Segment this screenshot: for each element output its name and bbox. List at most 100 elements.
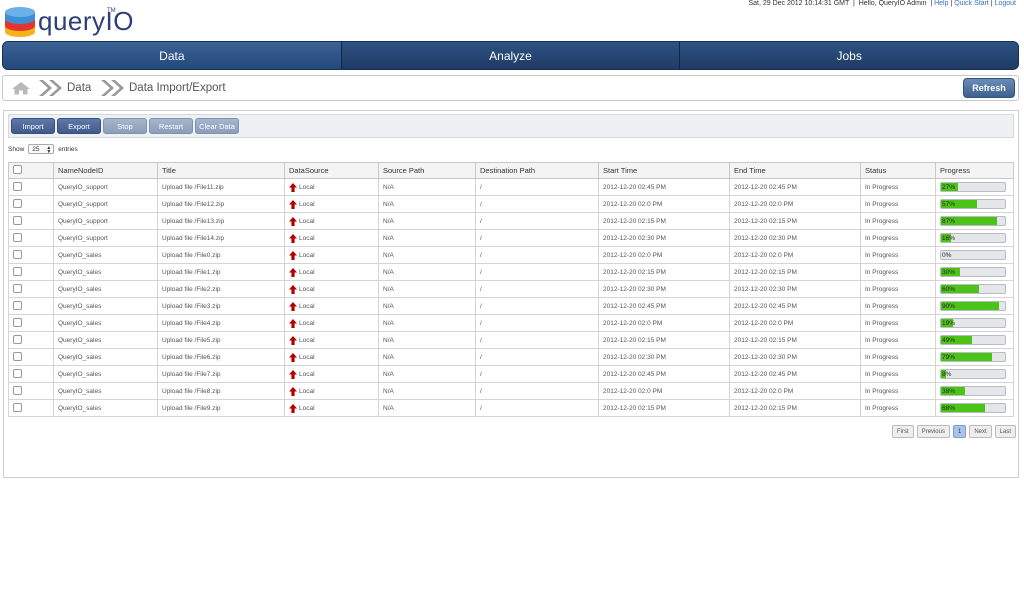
upload-arrow-icon — [289, 352, 297, 362]
progress-label: 60% — [942, 286, 956, 293]
row-checkbox[interactable] — [13, 351, 22, 361]
breadcrumb-current: Data Import/Export — [129, 82, 226, 94]
datasource-cell: Local — [284, 246, 379, 264]
stop-button[interactable]: Stop — [103, 118, 147, 134]
last-page-button[interactable]: Last — [994, 425, 1016, 438]
table-row[interactable]: QueryIO_support Upload file /File13.zip Lo… — [8, 212, 1014, 230]
source-path-cell: N/A — [378, 365, 476, 383]
source-path-cell: N/A — [378, 246, 476, 264]
col-header-namenode[interactable]: NameNodeID — [53, 162, 158, 179]
namenode-cell: QueryIO_support — [53, 212, 158, 230]
chevron-double-right-icon — [101, 80, 124, 96]
tab-jobs[interactable]: Jobs — [680, 42, 1018, 69]
entries-label: entries — [58, 145, 78, 153]
row-checkbox[interactable] — [13, 181, 22, 191]
row-checkbox[interactable] — [13, 368, 22, 378]
table-row[interactable]: QueryIO_sales Upload file /File0.zip Local… — [8, 246, 1014, 264]
quick-start-link[interactable]: Quick Start — [954, 0, 989, 7]
datasource-label: Local — [299, 183, 315, 191]
progress-bar: 8% — [940, 369, 1006, 379]
select-all-checkbox[interactable] — [13, 165, 22, 174]
table-row[interactable]: QueryIO_sales Upload file /File7.zip Local… — [8, 365, 1014, 383]
progress-bar: 30% — [940, 267, 1006, 277]
title-cell: Upload file /File7.zip — [157, 365, 285, 383]
table-row[interactable]: QueryIO_sales Upload file /File3.zip Local… — [8, 297, 1014, 315]
breadcrumb-data[interactable]: Data — [67, 82, 91, 94]
end-time-cell: 2012-12-20 02:45 PM — [729, 178, 861, 196]
previous-page-button[interactable]: Previous — [916, 425, 950, 438]
progress-label: 87% — [942, 218, 956, 225]
import-button[interactable]: Import — [11, 118, 55, 134]
refresh-button[interactable]: Refresh — [963, 78, 1015, 98]
start-time-cell: 2012-12-20 02:45 PM — [598, 178, 730, 196]
row-checkbox[interactable] — [13, 402, 22, 412]
col-header-datasource[interactable]: DataSource — [284, 162, 379, 179]
status-cell: In Progress — [860, 348, 936, 366]
row-checkbox[interactable] — [13, 385, 22, 395]
col-header-start-time[interactable]: Start Time — [598, 162, 730, 179]
namenode-cell: QueryIO_support — [53, 178, 158, 196]
col-header-source-path[interactable]: Source Path — [378, 162, 476, 179]
table-row[interactable]: QueryIO_support Upload file /File12.zip Lo… — [8, 195, 1014, 213]
progress-cell: 57% — [935, 195, 1014, 213]
start-time-cell: 2012-12-20 02:15 PM — [598, 212, 730, 230]
entries-select[interactable]: 25 ▲ ▼ — [28, 144, 55, 155]
greeting-text: Hello, QueryIO Admin — [858, 0, 927, 7]
status-cell: In Progress — [860, 314, 936, 332]
destination-path-cell: / — [475, 382, 599, 400]
user-bar: Sat, 29 Dec 2012 10:14:31 GMT | Hello, Q… — [748, 0, 1016, 7]
start-time-cell: 2012-12-20 02:0 PM — [598, 382, 730, 400]
end-time-cell: 2012-12-20 02:15 PM — [729, 263, 861, 281]
row-checkbox[interactable] — [13, 198, 22, 208]
action-toolbar: Import Export Stop Restart Clear Data — [8, 114, 1014, 138]
start-time-cell: 2012-12-20 02:15 PM — [598, 399, 730, 417]
status-cell: In Progress — [860, 365, 936, 383]
queryio-logo[interactable]: queryIO TM — [4, 2, 134, 38]
table-row[interactable]: QueryIO_sales Upload file /File9.zip Local… — [8, 399, 1014, 417]
table-row[interactable]: QueryIO_support Upload file /File14.zip Lo… — [8, 229, 1014, 247]
row-checkbox[interactable] — [13, 266, 22, 276]
progress-cell: 60% — [935, 280, 1014, 298]
logout-link[interactable]: Logout — [995, 0, 1016, 7]
next-page-button[interactable]: Next — [969, 425, 992, 438]
table-row[interactable]: QueryIO_sales Upload file /File5.zip Local… — [8, 331, 1014, 349]
col-header-end-time[interactable]: End Time — [729, 162, 861, 179]
table-row[interactable]: QueryIO_support Upload file /File11.zip Lo… — [8, 178, 1014, 196]
progress-cell: 16% — [935, 229, 1014, 247]
source-path-cell: N/A — [378, 331, 476, 349]
col-header-progress[interactable]: Progress — [935, 162, 1014, 179]
col-header-status[interactable]: Status — [860, 162, 936, 179]
row-checkbox[interactable] — [13, 232, 22, 242]
source-path-cell: N/A — [378, 314, 476, 332]
start-time-cell: 2012-12-20 02:30 PM — [598, 348, 730, 366]
table-row[interactable]: QueryIO_sales Upload file /File8.zip Local… — [8, 382, 1014, 400]
row-checkbox[interactable] — [13, 283, 22, 293]
entries-value: 25 — [32, 145, 40, 153]
upload-arrow-icon — [289, 199, 297, 209]
page-1-button[interactable]: 1 — [952, 425, 967, 438]
clear-data-button[interactable]: Clear Data — [195, 118, 239, 134]
tab-data[interactable]: Data — [3, 42, 342, 69]
table-row[interactable]: QueryIO_sales Upload file /File2.zip Local… — [8, 280, 1014, 298]
row-checkbox[interactable] — [13, 249, 22, 259]
home-icon[interactable] — [11, 81, 31, 95]
first-page-button[interactable]: First — [891, 425, 914, 438]
row-checkbox[interactable] — [13, 300, 22, 310]
status-cell: In Progress — [860, 246, 936, 264]
table-row[interactable]: QueryIO_sales Upload file /File6.zip Local… — [8, 348, 1014, 366]
help-link[interactable]: Help — [934, 0, 948, 7]
database-stack-icon — [5, 7, 35, 37]
table-row[interactable]: QueryIO_sales Upload file /File1.zip Local… — [8, 263, 1014, 281]
row-checkbox[interactable] — [13, 215, 22, 225]
table-row[interactable]: QueryIO_sales Upload file /File4.zip Local… — [8, 314, 1014, 332]
row-checkbox[interactable] — [13, 317, 22, 327]
col-header-destination-path[interactable]: Destination Path — [475, 162, 599, 179]
progress-bar: 0% — [940, 250, 1006, 260]
tab-analyze[interactable]: Analyze — [341, 42, 681, 69]
progress-cell: 90% — [935, 297, 1014, 315]
export-button[interactable]: Export — [57, 118, 101, 134]
namenode-cell: QueryIO_sales — [53, 280, 158, 298]
restart-button[interactable]: Restart — [149, 118, 193, 134]
col-header-title[interactable]: Title — [157, 162, 285, 179]
row-checkbox[interactable] — [13, 334, 22, 344]
